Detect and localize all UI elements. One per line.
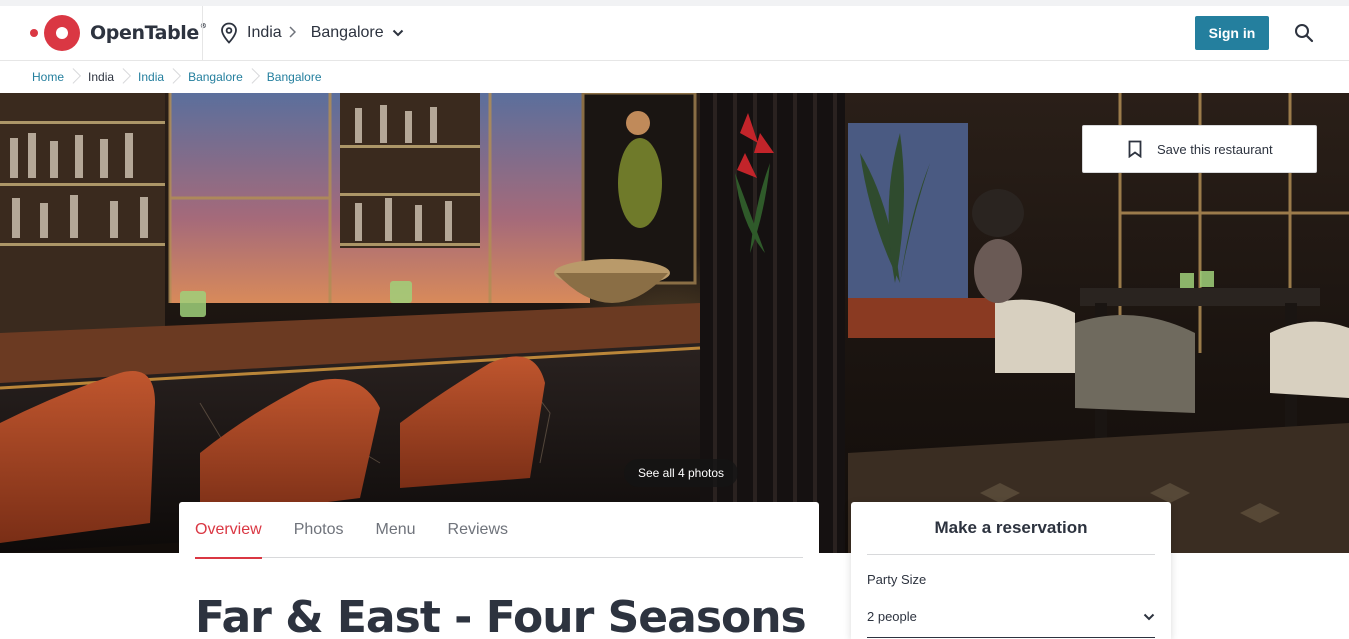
site-header: OpenTable® India Bangalore Sign in bbox=[0, 6, 1349, 61]
tab-overview[interactable]: Overview bbox=[195, 502, 262, 559]
sign-in-button[interactable]: Sign in bbox=[1195, 16, 1269, 50]
restaurant-content-card: Overview Photos Menu Reviews Far & East … bbox=[179, 502, 819, 639]
logo-wordmark: OpenTable® bbox=[90, 22, 207, 44]
breadcrumb-separator-icon bbox=[122, 62, 130, 92]
breadcrumb-separator-icon bbox=[172, 62, 180, 92]
location-selector[interactable]: India Bangalore bbox=[220, 20, 413, 46]
breadcrumb-country: India bbox=[88, 70, 115, 84]
bookmark-icon bbox=[1128, 140, 1142, 158]
chevron-right-icon bbox=[288, 25, 305, 41]
reservation-title: Make a reservation bbox=[867, 502, 1155, 555]
chevron-down-icon bbox=[392, 24, 413, 42]
chevron-down-icon bbox=[1143, 609, 1155, 624]
location-country: India bbox=[247, 24, 282, 41]
search-icon[interactable] bbox=[1292, 21, 1316, 45]
breadcrumb-home[interactable]: Home bbox=[32, 70, 64, 84]
party-size-label: Party Size bbox=[867, 572, 927, 587]
breadcrumb-metro[interactable]: Bangalore bbox=[188, 70, 243, 84]
restaurant-name: Far & East - Four Seasons bbox=[195, 592, 807, 639]
breadcrumb-separator-icon bbox=[72, 62, 80, 92]
opentable-logo[interactable]: OpenTable® bbox=[30, 14, 207, 52]
breadcrumb: Home India India Bangalore Bangalore bbox=[32, 62, 322, 92]
logo-dot-icon bbox=[30, 29, 38, 37]
see-all-photos-button[interactable]: See all 4 photos bbox=[624, 459, 738, 487]
save-restaurant-button[interactable]: Save this restaurant bbox=[1082, 125, 1317, 173]
tab-menu[interactable]: Menu bbox=[376, 502, 416, 558]
save-restaurant-label: Save this restaurant bbox=[1157, 141, 1273, 157]
header-divider bbox=[202, 6, 203, 60]
location-city: Bangalore bbox=[310, 24, 384, 41]
tab-reviews[interactable]: Reviews bbox=[448, 502, 508, 558]
tab-photos[interactable]: Photos bbox=[294, 502, 344, 558]
breadcrumb-separator-icon bbox=[251, 62, 259, 92]
restaurant-tabs: Overview Photos Menu Reviews bbox=[195, 502, 803, 559]
party-size-value: 2 people bbox=[867, 609, 917, 624]
reservation-card: Make a reservation Party Size 2 people bbox=[851, 502, 1171, 639]
breadcrumb-city[interactable]: Bangalore bbox=[267, 70, 322, 84]
location-pin-icon bbox=[221, 22, 237, 44]
restaurant-hero-photo[interactable]: Save this restaurant See all 4 photos bbox=[0, 93, 1349, 553]
breadcrumb-region[interactable]: India bbox=[138, 70, 164, 84]
party-size-select[interactable]: 2 people bbox=[867, 602, 1155, 638]
logo-ring-icon bbox=[44, 15, 80, 51]
